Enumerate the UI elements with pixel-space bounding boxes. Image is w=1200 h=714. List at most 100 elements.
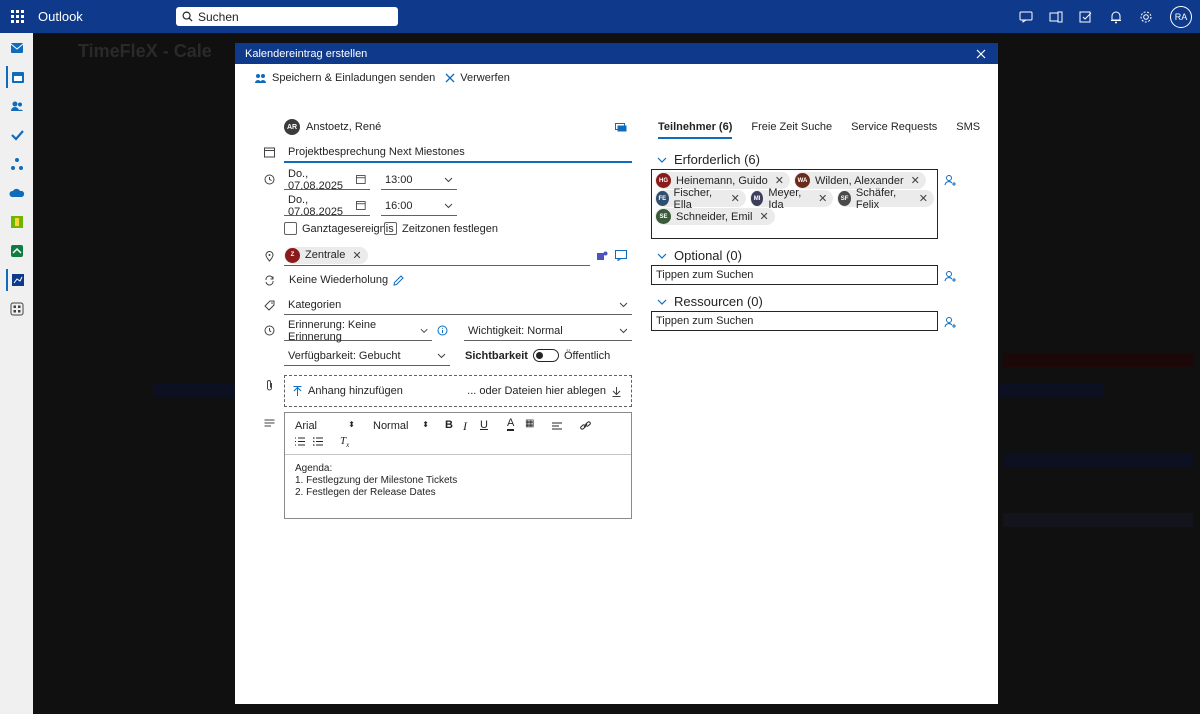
start-time-select[interactable]: 13:00 [381, 170, 457, 190]
attendee-chip[interactable]: MI Meyer, Ida ✕ [749, 187, 834, 211]
resources-section-header[interactable]: Ressourcen (0) [656, 294, 763, 309]
attendee-chip[interactable]: SE Schneider, Emil ✕ [655, 208, 775, 225]
optional-heading: Optional (0) [674, 248, 742, 263]
notification-bell-icon[interactable] [1106, 7, 1126, 27]
meet-now-icon[interactable] [1016, 7, 1036, 27]
remove-location-icon[interactable]: ✕ [352, 249, 361, 262]
tab-service-requests[interactable]: Service Requests [851, 121, 937, 139]
importance-select[interactable]: Wichtigkeit: Normal [464, 321, 632, 341]
room-finder-icon[interactable] [615, 250, 627, 264]
org-explorer-icon[interactable] [6, 153, 28, 175]
info-icon[interactable] [437, 325, 448, 339]
remove-attendee-icon[interactable]: ✕ [731, 192, 740, 205]
bullet-list-icon[interactable] [313, 437, 323, 446]
font-color-icon[interactable]: A [507, 418, 515, 431]
end-time-select[interactable]: 16:00 [381, 196, 457, 216]
remove-attendee-icon[interactable]: ✕ [818, 192, 827, 205]
app-name[interactable]: Outlook [38, 9, 176, 24]
user-avatar[interactable]: RA [1170, 5, 1192, 28]
title-field-icon [264, 147, 275, 161]
attachment-dropzone[interactable]: Anhang hinzufügen ... oder Dateien hier … [284, 375, 632, 407]
attendee-name: Schäfer, Felix [855, 186, 897, 211]
required-attendees-field[interactable]: HG Heinemann, Guido ✕ WA Wilden, Alexand… [651, 169, 938, 239]
people-icon[interactable] [6, 95, 28, 117]
resource-search[interactable]: Tippen zum Suchen [651, 311, 938, 331]
remove-attendee-icon[interactable]: ✕ [911, 174, 920, 187]
underline-icon[interactable]: U [480, 419, 488, 431]
discard-label: Verwerfen [460, 72, 510, 84]
todo-icon[interactable] [6, 124, 28, 146]
optional-section-header[interactable]: Optional (0) [656, 248, 742, 263]
remove-attendee-icon[interactable]: ✕ [775, 174, 784, 187]
remove-attendee-icon[interactable]: ✕ [919, 192, 928, 205]
font-family-select[interactable]: Arial ⬍ [295, 420, 355, 432]
font-size-select[interactable]: Normal ⬍ [373, 420, 429, 432]
tasks-icon[interactable] [1076, 7, 1096, 27]
upload-arrow-icon [293, 385, 302, 396]
highlight-icon[interactable]: ▦ [525, 418, 534, 429]
chevron-down-icon [437, 353, 446, 358]
remove-attendee-icon[interactable]: ✕ [759, 210, 768, 223]
italic-icon[interactable]: I [463, 419, 467, 434]
addin-green-icon[interactable] [6, 211, 28, 233]
close-icon[interactable] [974, 47, 988, 61]
chevron-down-icon [444, 203, 453, 208]
add-required-person-icon[interactable] [943, 173, 957, 187]
bg-event-bar [1003, 353, 1193, 367]
font-family-value: Arial [295, 420, 318, 432]
add-resource-icon[interactable] [943, 315, 957, 329]
calendar-small-icon [356, 175, 366, 184]
more-apps-icon[interactable] [6, 298, 28, 320]
availability-select[interactable]: Verfügbarkeit: Gebucht [284, 346, 450, 366]
app-launcher-icon[interactable] [0, 0, 34, 33]
reminder-select[interactable]: Erinnerung: Keine Erinnerung [284, 318, 432, 343]
chat-icon[interactable] [615, 122, 627, 136]
tab-sms[interactable]: SMS [956, 121, 980, 139]
drop-files-hint: ... oder Dateien hier ablegen [467, 385, 621, 397]
editor-body[interactable]: Agenda: 1. Festlegzung der Milestone Tic… [285, 455, 631, 518]
all-day-checkbox[interactable] [284, 222, 297, 235]
attendee-name: Fischer, Ella [673, 186, 713, 211]
location-input[interactable]: Z Zentrale ✕ [284, 245, 590, 266]
align-left-icon[interactable] [552, 422, 562, 430]
mail-icon[interactable] [6, 37, 28, 59]
start-date-picker[interactable]: Do., 07.08.2025 [284, 168, 370, 192]
all-day-checkbox-row[interactable]: Ganztagesereignis [284, 222, 394, 235]
numbered-list-icon[interactable] [295, 437, 305, 446]
required-section-header[interactable]: Erforderlich (6) [656, 152, 760, 167]
visibility-label: Sichtbarkeit [465, 349, 528, 362]
event-title-input[interactable]: Projektbesprechung Next Miestones [284, 143, 632, 163]
settings-gear-icon[interactable] [1136, 7, 1156, 27]
addin-teal-icon[interactable] [6, 240, 28, 262]
timeflex-app-icon[interactable] [5, 269, 28, 291]
search-box[interactable]: Suchen [176, 7, 398, 26]
reminder-value: Erinnerung: Keine Erinnerung [288, 318, 377, 343]
location-pin-icon [265, 251, 274, 265]
recurrence-button[interactable]: Keine Wiederholung [289, 274, 404, 286]
add-optional-person-icon[interactable] [943, 269, 957, 283]
tab-free-time-search[interactable]: Freie Zeit Suche [751, 121, 832, 139]
onedrive-icon[interactable] [6, 182, 28, 204]
bold-icon[interactable]: B [445, 419, 453, 431]
discard-button[interactable]: Verwerfen [445, 72, 510, 84]
visibility-toggle[interactable] [532, 349, 559, 362]
timezone-checkbox-row[interactable]: Zeitzonen festlegen [384, 222, 498, 235]
link-icon[interactable] [580, 421, 591, 431]
add-attachment-button[interactable]: Anhang hinzufügen [293, 385, 403, 397]
timezone-checkbox[interactable] [384, 222, 397, 235]
availability-value: Verfügbarkeit: Gebucht [288, 349, 401, 362]
teams-meeting-icon[interactable] [596, 250, 608, 265]
categories-select[interactable]: Kategorien [284, 295, 632, 315]
location-chip[interactable]: Z Zentrale ✕ [284, 246, 368, 264]
calendar-icon[interactable] [5, 66, 28, 88]
teams-icon[interactable] [1046, 7, 1066, 27]
attendee-chip[interactable]: FE Fischer, Ella ✕ [655, 187, 746, 211]
end-date-picker[interactable]: Do., 07.08.2025 [284, 194, 370, 218]
clear-format-icon[interactable]: Tx [340, 435, 349, 449]
create-event-dialog: Kalendereintrag erstellen Speichern & Ei… [235, 43, 998, 704]
attendee-chip[interactable]: SF Schäfer, Felix ✕ [837, 187, 935, 211]
save-send-button[interactable]: Speichern & Einladungen senden [254, 72, 435, 85]
end-time-value: 16:00 [385, 199, 413, 212]
optional-attendee-search[interactable]: Tippen zum Suchen [651, 265, 938, 285]
tab-attendees[interactable]: Teilnehmer (6) [658, 121, 733, 139]
